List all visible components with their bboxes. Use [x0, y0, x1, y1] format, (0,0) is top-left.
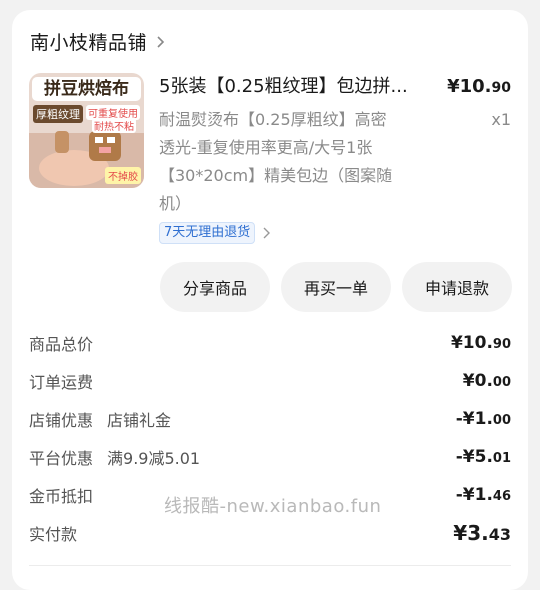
product-quantity: x1	[491, 110, 511, 129]
fee-row-total: 实付款 ¥3.43	[29, 519, 511, 547]
watermark: 线报酷-new.xianbao.fun	[164, 496, 382, 517]
fee-value-cents: 46	[492, 489, 511, 504]
image-text-left: 厚粗纹理	[33, 105, 83, 123]
fee-value-cents: 01	[492, 451, 511, 466]
product-price-cents: 90	[491, 80, 511, 96]
fee-value: ¥0.00	[463, 371, 511, 391]
desc-line: 耐温熨烫布【0.25厚粗纹】高密	[159, 110, 387, 129]
fee-value-cents: 00	[492, 375, 511, 390]
product-description: 耐温熨烫布【0.25厚粗纹】高密 透光-重复使用率更高/大号1张 【30*20c…	[159, 106, 424, 218]
refund-button[interactable]: 申请退款	[402, 262, 512, 312]
fee-value-main: ¥0.	[462, 371, 493, 391]
fee-row-shop-discount: 店铺优惠 店铺礼金 -¥1.00	[29, 405, 511, 433]
fee-value-main: -¥1.	[455, 409, 493, 429]
desc-line: 机）	[159, 194, 192, 213]
total-value: ¥3.43	[453, 521, 511, 545]
fee-value-main: -¥1.	[455, 485, 493, 505]
fee-value-cents: 90	[492, 337, 511, 352]
fee-value: -¥1.00	[456, 409, 511, 429]
order-card: 南小枝精品铺 拼豆烘焙布 厚粗纹理 可重复使用 耐热不粘 不掉胶 5张装【0.2…	[12, 10, 528, 590]
fee-label: 商品总价	[29, 335, 94, 354]
fee-label: 金币抵扣	[29, 487, 94, 506]
shop-header[interactable]: 南小枝精品铺	[30, 28, 167, 55]
fee-row-shipping: 订单运费 ¥0.00	[29, 367, 511, 395]
fee-value: -¥1.46	[456, 485, 511, 505]
return-policy-tag[interactable]: 7天无理由退货	[159, 222, 271, 244]
fee-label: 平台优惠	[29, 449, 94, 468]
desc-line: 透光-重复使用率更高/大号1张	[159, 138, 373, 157]
fee-sub-label: 店铺礼金	[107, 411, 172, 430]
fee-value-main: -¥5.	[455, 447, 493, 467]
divider	[29, 565, 511, 566]
fee-label: 店铺优惠	[29, 411, 94, 430]
rebuy-button[interactable]: 再买一单	[281, 262, 391, 312]
total-label: 实付款	[29, 525, 78, 544]
product-price-main: ¥10.	[447, 76, 492, 97]
fee-row-platform-discount: 平台优惠 满9.9减5.01 -¥5.01	[29, 443, 511, 471]
image-text-bottom: 不掉胶	[105, 167, 141, 184]
product-price: ¥10.90	[447, 73, 511, 102]
chevron-right-icon	[157, 35, 165, 48]
return-policy-label: 7天无理由退货	[159, 222, 256, 244]
image-text-top: 拼豆烘焙布	[44, 79, 129, 99]
fee-value-cents: 00	[492, 413, 511, 428]
total-value-main: ¥3.	[453, 521, 489, 545]
desc-line: 【30*20cm】精美包边（图案随	[159, 166, 393, 185]
image-text-right2: 耐热不粘	[92, 118, 136, 133]
fee-label: 订单运费	[29, 373, 94, 392]
fee-value: ¥10.90	[451, 333, 511, 353]
fee-value: -¥5.01	[456, 447, 511, 467]
product-title[interactable]: 5张装【0.25粗纹理】包边拼...	[159, 73, 444, 101]
product-thumbnail[interactable]: 拼豆烘焙布 厚粗纹理 可重复使用 耐热不粘 不掉胶	[29, 73, 144, 188]
shop-name[interactable]: 南小枝精品铺	[30, 28, 147, 55]
total-value-cents: 43	[488, 525, 511, 544]
chevron-right-icon	[263, 227, 271, 239]
fee-value-main: ¥10.	[450, 333, 493, 353]
share-button[interactable]: 分享商品	[160, 262, 270, 312]
fee-sub-label: 满9.9减5.01	[107, 449, 201, 468]
fee-row-subtotal: 商品总价 ¥10.90	[29, 329, 511, 357]
